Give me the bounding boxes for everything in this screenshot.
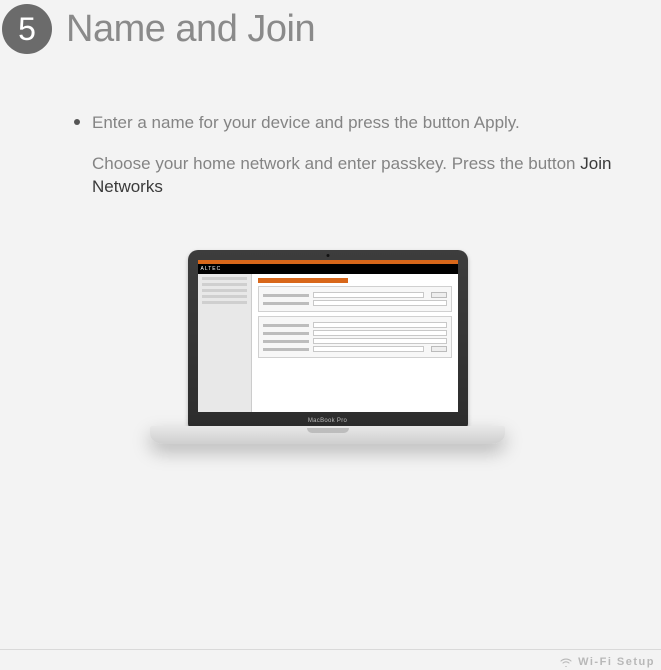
bullet-icon	[74, 119, 80, 125]
instruction-line-1: Enter a name for your device and press t…	[92, 113, 520, 132]
step-header: 5 Name and Join	[0, 0, 661, 54]
app-brand: ALTEC	[201, 266, 222, 272]
laptop-illustration: ALTEC	[150, 250, 505, 444]
app-panel-1	[258, 286, 452, 312]
laptop-base: MacBook Pro	[150, 426, 505, 444]
app-panel-2	[258, 316, 452, 358]
footer-label: Wi-Fi Setup	[578, 656, 655, 668]
footer: Wi-Fi Setup	[560, 656, 655, 668]
laptop-screen: ALTEC	[198, 260, 458, 412]
app-main	[252, 274, 458, 412]
laptop-lid: ALTEC	[188, 250, 468, 428]
page-title: Name and Join	[66, 8, 315, 51]
laptop-model-label: MacBook Pro	[308, 418, 347, 424]
app-body	[198, 274, 458, 412]
app-sidebar	[198, 274, 252, 412]
step-number: 5	[18, 11, 36, 48]
instruction-line-2: Choose your home network and enter passk…	[92, 153, 641, 199]
footer-divider	[0, 649, 661, 650]
wifi-icon	[560, 657, 572, 667]
app-panel-title	[258, 278, 348, 283]
instruction-block: Enter a name for your device and press t…	[0, 112, 661, 199]
instruction-line-2a: Choose your home network and enter passk…	[92, 154, 580, 173]
instruction-bullet: Enter a name for your device and press t…	[92, 112, 641, 199]
step-number-badge: 5	[2, 4, 52, 54]
app-topbar: ALTEC	[198, 260, 458, 274]
